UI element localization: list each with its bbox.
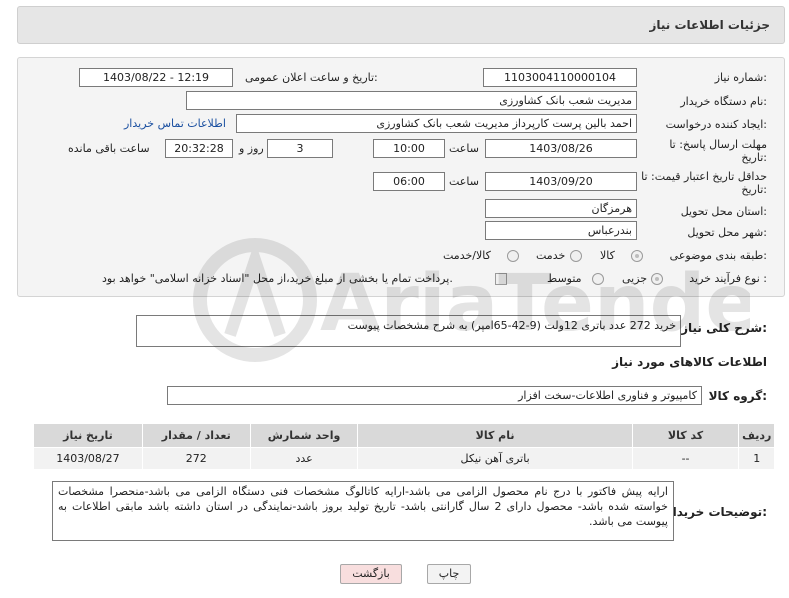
deadline-label-date: تاریخ: <box>741 151 767 164</box>
creator-field[interactable]: احمد بالین پرست کارپرداز مدیریت شعب بانک… <box>236 114 637 133</box>
cell-row: 1 <box>738 447 775 470</box>
buyer-notes-field[interactable]: ارایه پیش فاکتور با درج نام محصول الزامی… <box>52 481 674 541</box>
goods-section-title: اطلاعات کالاهای مورد نیاز <box>612 355 767 369</box>
col-name: نام کالا <box>357 423 633 448</box>
creator-label: ایجاد کننده درخواست: <box>665 118 767 131</box>
city-label: شهر محل تحویل: <box>687 226 767 239</box>
category-label: طبقه بندی موضوعی: <box>669 249 767 262</box>
need-number-label: شماره نیاز: <box>714 71 767 84</box>
validity-date-field[interactable]: 1403/09/20 <box>485 172 637 191</box>
process-label: نوع فرآیند خرید : <box>689 272 767 285</box>
province-label: استان محل تحویل: <box>680 205 767 218</box>
col-code: کد کالا <box>631 423 740 448</box>
goods-table: ردیف کد کالا نام کالا واحد شمارش تعداد /… <box>33 423 775 470</box>
goods-group-label: گروه کالا: <box>708 389 767 403</box>
buyer-org-label: نام دستگاه خریدار: <box>680 95 767 108</box>
page-title: جزئیات اطلاعات نیاز <box>649 18 770 32</box>
category-radio-service[interactable] <box>570 250 582 262</box>
deadline-date-field[interactable]: 1403/08/26 <box>485 139 637 158</box>
process-option-minor: جزیی <box>622 272 648 285</box>
remaining-time-field[interactable]: 20:32:28 <box>165 139 233 158</box>
col-row: ردیف <box>738 423 775 448</box>
category-option-goods-service: کالا/خدمت <box>443 249 491 262</box>
treasury-payment-note: پرداخت تمام یا بخشی از مبلغ خرید،از محل … <box>102 272 453 285</box>
treasury-payment-checkbox[interactable] <box>495 273 507 285</box>
validity-time-label: ساعت <box>449 175 479 188</box>
category-option-goods: کالا <box>600 249 615 262</box>
city-field[interactable]: بندرعباس <box>485 221 637 240</box>
validity-label-date: تاریخ: <box>741 183 767 196</box>
announce-field[interactable]: 1403/08/22 - 12:19 <box>79 68 233 87</box>
goods-table-header: ردیف کد کالا نام کالا واحد شمارش تعداد /… <box>33 423 775 448</box>
validity-time-field[interactable]: 06:00 <box>373 172 445 191</box>
category-radio-goods-service[interactable] <box>507 250 519 262</box>
page-header: جزئیات اطلاعات نیاز <box>17 6 785 44</box>
col-date: تاریخ نیاز <box>33 423 143 448</box>
process-option-medium: متوسط <box>547 272 582 285</box>
province-field[interactable]: هرمزگان <box>485 199 637 218</box>
table-row: 1 -- باتری آهن نیکل عدد 272 1403/08/27 <box>33 447 775 470</box>
buyer-org-field[interactable]: مدیریت شعب بانک کشاورزی <box>186 91 637 110</box>
deadline-time-label: ساعت <box>449 142 479 155</box>
buyer-notes-label: توضیحات خریدار: <box>665 505 767 519</box>
remaining-label: ساعت باقی مانده <box>68 142 150 155</box>
announce-label: تاریخ و ساعت اعلان عمومی: <box>245 71 378 84</box>
cell-code: -- <box>631 447 740 470</box>
category-radio-goods[interactable] <box>631 250 643 262</box>
deadline-time-field[interactable]: 10:00 <box>373 139 445 158</box>
days-word: روز و <box>239 142 264 155</box>
cell-unit: عدد <box>249 447 359 470</box>
category-option-service: خدمت <box>536 249 566 262</box>
buyer-contact-link[interactable]: اطلاعات تماس خریدار <box>124 117 226 130</box>
deadline-label: مهلت ارسال پاسخ: تا <box>669 138 767 151</box>
cell-qty: 272 <box>141 447 251 470</box>
col-unit: واحد شمارش <box>249 423 359 448</box>
need-number-field[interactable]: 1103004110000104 <box>483 68 637 87</box>
back-button[interactable]: بازگشت <box>340 564 402 584</box>
cell-date: 1403/08/27 <box>33 447 143 470</box>
print-button[interactable]: چاپ <box>427 564 471 584</box>
validity-label: حداقل تاریخ اعتبار قیمت: تا <box>641 170 767 183</box>
summary-label: شرح کلی نیاز: <box>681 321 767 335</box>
goods-group-field[interactable]: کامپیوتر و فناوری اطلاعات-سخت افزار <box>167 386 702 405</box>
process-radio-minor[interactable] <box>651 273 663 285</box>
cell-name: باتری آهن نیکل <box>357 447 633 470</box>
col-qty: تعداد / مقدار <box>141 423 251 448</box>
summary-field[interactable]: خرید 272 عدد باتری 12ولت (9-42-65امپر) ب… <box>136 315 681 347</box>
days-count-field[interactable]: 3 <box>267 139 333 158</box>
process-radio-medium[interactable] <box>592 273 604 285</box>
